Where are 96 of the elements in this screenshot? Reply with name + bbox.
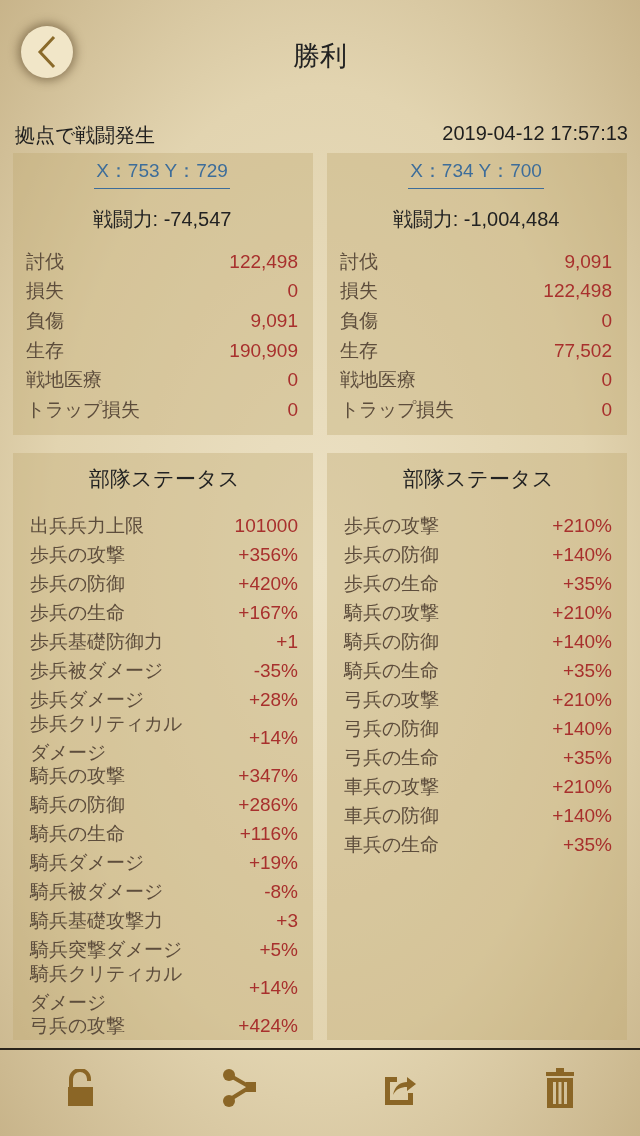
stat-label: 負傷	[26, 309, 64, 333]
stat-label: 騎兵基礎攻撃力	[30, 909, 164, 933]
stat-label: 歩兵の防御	[344, 543, 440, 567]
stat-value: 9,091	[250, 310, 298, 332]
stat-value: 0	[287, 369, 298, 392]
stat-value: +424%	[238, 1014, 298, 1037]
stat-label: 歩兵の攻撃	[30, 543, 126, 567]
stat-label: 損失	[26, 279, 64, 304]
stat-value: 0	[601, 369, 612, 392]
stat-value: +140%	[552, 804, 612, 827]
stat-value: +210%	[552, 601, 612, 624]
trash-icon[interactable]	[546, 1068, 574, 1108]
stat-label: 歩兵の生命	[30, 601, 126, 625]
section-title: 部隊ステータス	[87, 466, 241, 492]
padlock-icon[interactable]	[65, 1069, 95, 1107]
stat-value: +347%	[238, 764, 298, 787]
coordinates-link[interactable]: X：753 Y：729	[94, 156, 230, 189]
stat-label: 騎兵ダメージ	[30, 851, 145, 875]
battle-power: 戦闘力: -74,547	[91, 207, 233, 232]
stat-value: +286%	[238, 793, 298, 816]
stat-value: +1	[276, 630, 298, 653]
stat-label: 騎兵クリティカルダメージ	[30, 961, 183, 1015]
stat-value: +167%	[238, 601, 298, 624]
stat-value: 9,091	[564, 250, 612, 273]
battle-location: 拠点で戦闘発生	[15, 123, 155, 148]
stat-value: +210%	[552, 688, 612, 711]
stat-label: 騎兵の防御	[30, 793, 126, 817]
stat-label: 歩兵クリティカルダメージ	[30, 711, 183, 765]
stat-label: 討伐	[340, 249, 378, 274]
stat-value: 0	[601, 310, 612, 332]
stat-value: +3	[276, 909, 298, 932]
stat-value: -8%	[264, 880, 298, 903]
stat-value: +28%	[248, 688, 298, 711]
stat-label: 騎兵被ダメージ	[30, 880, 164, 904]
coordinates-link[interactable]: X：734 Y：700	[408, 156, 544, 189]
stat-label: トラップ損失	[26, 397, 140, 422]
stat-value: 122,498	[543, 280, 612, 303]
stat-label: 歩兵被ダメージ	[30, 659, 164, 683]
stat-value: +14%	[248, 726, 298, 749]
stat-label: 歩兵の防御	[30, 572, 126, 596]
stat-label: 出兵兵力上限	[30, 514, 145, 538]
stat-value: +420%	[238, 572, 298, 595]
stat-label: 生存	[340, 338, 378, 363]
stat-value: 77,502	[553, 339, 612, 362]
stat-value: 0	[287, 280, 298, 303]
stat-label: 戦地医療	[340, 368, 416, 393]
back-button[interactable]	[21, 26, 73, 78]
stat-label: 歩兵の生命	[344, 572, 440, 596]
stat-label: 騎兵の生命	[344, 659, 440, 683]
stat-label: 車兵の生命	[344, 833, 440, 857]
stat-value: +210%	[552, 775, 612, 798]
stat-label: 車兵の攻撃	[344, 775, 440, 799]
stat-label: 歩兵ダメージ	[30, 688, 145, 712]
stat-value: +35%	[562, 572, 612, 595]
stat-value: +140%	[552, 630, 612, 653]
stat-value: +35%	[562, 746, 612, 769]
stat-value: 0	[601, 398, 612, 421]
stat-label: 車兵の防御	[344, 804, 440, 828]
stat-value: +140%	[552, 543, 612, 566]
stat-label: 騎兵突撃ダメージ	[30, 938, 183, 962]
stat-label: 歩兵の攻撃	[344, 514, 440, 538]
battle-power: 戦闘力: -1,004,484	[391, 207, 561, 232]
stat-label: 弓兵の防御	[344, 717, 440, 741]
page-title: 勝利	[293, 40, 347, 73]
stat-value: 0	[287, 398, 298, 421]
stat-value: +116%	[239, 822, 298, 845]
battle-timestamp: 2019-04-12 17:57:13	[442, 122, 628, 146]
stat-label: トラップ損失	[340, 397, 454, 422]
stat-label: 騎兵の攻撃	[30, 764, 126, 788]
stat-value: +5%	[259, 938, 298, 961]
stat-value: 122,498	[229, 250, 298, 273]
stat-label: 生存	[26, 338, 64, 363]
stat-label: 負傷	[340, 309, 378, 333]
stat-value: +35%	[562, 833, 612, 856]
stat-value: 190,909	[229, 339, 298, 362]
stat-value: 101000	[234, 514, 298, 537]
stat-value: +14%	[248, 976, 298, 999]
stat-label: 討伐	[26, 249, 64, 274]
chevron-left-icon	[37, 35, 57, 69]
stat-label: 騎兵の防御	[344, 630, 440, 654]
stat-label: 弓兵の攻撃	[30, 1014, 126, 1038]
stat-label: 弓兵の攻撃	[344, 688, 440, 712]
section-title: 部隊ステータス	[401, 466, 555, 492]
stat-label: 歩兵基礎防御力	[30, 630, 164, 654]
stat-label: 騎兵の生命	[30, 822, 126, 846]
stat-label: 弓兵の生命	[344, 746, 440, 770]
stat-value: +356%	[238, 543, 298, 566]
stat-value: -35%	[253, 659, 298, 682]
share-icon[interactable]	[222, 1068, 258, 1108]
stat-label: 戦地医療	[26, 368, 102, 393]
stat-value: +35%	[562, 659, 612, 682]
stat-label: 損失	[340, 279, 378, 304]
stat-value: +140%	[552, 717, 612, 740]
stat-value: +210%	[552, 514, 612, 537]
stat-value: +19%	[248, 851, 298, 874]
stat-label: 騎兵の攻撃	[344, 601, 440, 625]
